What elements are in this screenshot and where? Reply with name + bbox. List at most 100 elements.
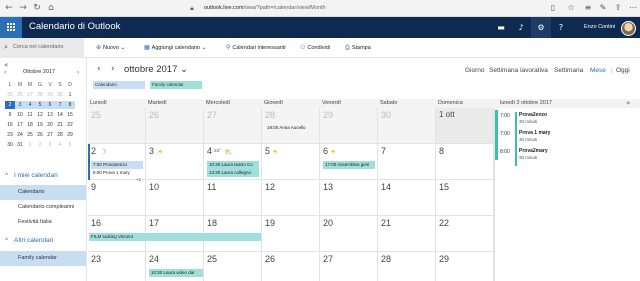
favorite-icon[interactable]: ☆ (566, 3, 576, 13)
more-events-link[interactable]: +1 (136, 177, 141, 182)
view-work-week[interactable]: Settimana lavorativa (489, 67, 548, 74)
event-prova2enzo[interactable]: 7:00 Prova2enzo (91, 161, 143, 169)
pen-icon[interactable]: ✎ (598, 3, 608, 13)
day-cell[interactable] (262, 144, 320, 180)
day-cell[interactable] (88, 180, 146, 216)
mini-day[interactable]: 19 (35, 121, 45, 129)
app-launcher-icon[interactable] (0, 17, 22, 38)
mini-day[interactable]: 31 (15, 141, 25, 149)
event-film[interactable]: FILM looking Vincent (89, 233, 261, 241)
expand-icon[interactable]: » (626, 99, 630, 107)
mini-day[interactable]: 20 (45, 121, 55, 129)
share-button[interactable]: ⚇ Condividi (300, 44, 330, 51)
back-icon[interactable]: ← (3, 2, 15, 14)
mini-day[interactable]: 29 (45, 91, 55, 99)
mini-day[interactable]: 14 (55, 111, 65, 119)
mini-day[interactable]: 3 (45, 141, 55, 149)
print-button[interactable]: ⎙ Stampa (345, 44, 371, 52)
other-calendars-heading[interactable]: Altri calendari (14, 237, 53, 244)
mini-day[interactable]: 18 (25, 121, 35, 129)
mini-day[interactable]: 16 (5, 121, 15, 129)
mini-day[interactable]: 26 (15, 91, 25, 99)
reading-icon[interactable]: ▯ (548, 3, 558, 13)
mini-day[interactable]: 25 (25, 131, 35, 139)
mini-day[interactable]: 15 (65, 111, 75, 119)
day-cell[interactable] (436, 144, 494, 180)
search-input[interactable]: ⌕ Cerca nel calendario (0, 38, 84, 58)
event-laura-video[interactable]: 10:30 Laura video dar (149, 269, 203, 277)
mini-day[interactable]: 28 (35, 91, 45, 99)
mini-day[interactable]: 3 (15, 101, 25, 109)
mini-day[interactable]: 17 (15, 121, 25, 129)
address-bar[interactable]: outlook.live.com/owa/?path=/calendar/vie… (200, 2, 466, 14)
mini-day[interactable]: 7 (55, 101, 65, 109)
mini-day[interactable]: 6 (45, 101, 55, 109)
event-laura-collegno[interactable]: 13:30 Laura collegno (207, 169, 259, 177)
forward-icon[interactable]: → (17, 2, 29, 14)
mini-day[interactable]: 13 (45, 111, 55, 119)
event-prova1mary[interactable]: 8:00 Prova 1 mary (91, 169, 143, 177)
share-icon[interactable]: ⇪ (613, 3, 623, 13)
mini-day[interactable]: 11 (25, 111, 35, 119)
nav-item-calendario[interactable]: Calendario (0, 185, 86, 200)
mini-day[interactable]: 8 (65, 101, 75, 109)
home-icon[interactable]: ⌂ (45, 2, 57, 14)
mini-day[interactable]: 23 (5, 131, 15, 139)
event-laura-teatro[interactable]: 10:30 Laura teatro Co (207, 161, 259, 169)
mini-calendar-title[interactable]: Ottobre 2017 (23, 69, 55, 75)
event-assemblea[interactable]: 17:00 Assemblea geni (323, 161, 375, 169)
today-button[interactable]: Oggi (616, 67, 630, 74)
collapse-other-calendars-icon[interactable]: ^ (5, 237, 8, 244)
mini-day[interactable]: 10 (15, 111, 25, 119)
my-calendars-heading[interactable]: I miei calendari (14, 172, 58, 179)
mini-day[interactable]: 21 (55, 121, 65, 129)
mini-day[interactable]: 9 (5, 111, 15, 119)
agenda-title[interactable]: Prova2mary (519, 148, 548, 154)
view-week[interactable]: Settimana (554, 67, 583, 74)
mini-day[interactable]: 25 (5, 91, 15, 99)
add-calendar-button[interactable]: ▦ Aggiungi calendario ⌄ (144, 44, 206, 51)
bell-icon[interactable]: ♪ (511, 17, 531, 38)
gear-icon[interactable]: ⚙ (531, 17, 551, 38)
day-cell[interactable] (378, 144, 436, 180)
mini-day[interactable]: 27 (25, 91, 35, 99)
chat-icon[interactable]: ▬ (491, 17, 511, 38)
family-calendar-chip[interactable]: Family calendar (150, 81, 202, 89)
mini-day[interactable]: 22 (65, 121, 75, 129)
new-button[interactable]: ⊕ Nuovo ⌄ (96, 44, 125, 51)
day-cell[interactable] (146, 144, 204, 180)
mini-day[interactable]: 5 (65, 141, 75, 149)
mini-day[interactable]: 26 (35, 131, 45, 139)
mini-day[interactable]: 28 (55, 131, 65, 139)
collapse-my-calendars-icon[interactable]: ^ (5, 172, 8, 179)
prev-month-icon[interactable]: ‹ (4, 69, 6, 76)
mini-day[interactable]: 4 (55, 141, 65, 149)
collapse-icon[interactable]: « (4, 61, 8, 69)
prev-icon[interactable]: ‹ (97, 64, 101, 74)
help-icon[interactable]: ? (551, 17, 571, 38)
mini-day[interactable]: 5 (35, 101, 45, 109)
mini-day[interactable]: 12 (35, 111, 45, 119)
view-day[interactable]: Giorno (465, 67, 485, 74)
mini-day[interactable]: 1 (25, 141, 35, 149)
mini-day[interactable]: 1 (65, 91, 75, 99)
next-month-icon[interactable]: › (77, 69, 79, 76)
agenda-title[interactable]: Prova2enzo (519, 112, 547, 118)
agenda-title[interactable]: Prova 1 mary (519, 130, 550, 136)
mini-day[interactable]: 30 (55, 91, 65, 99)
mini-day[interactable]: 24 (15, 131, 25, 139)
calendar-chip[interactable]: Calendario (93, 81, 145, 89)
next-icon[interactable]: › (111, 64, 115, 74)
refresh-icon[interactable]: ↻ (31, 2, 43, 14)
mini-day[interactable]: 27 (45, 131, 55, 139)
view-month[interactable]: Mese (590, 67, 606, 74)
mini-day[interactable]: 2 (35, 141, 45, 149)
favorites-list-icon[interactable]: ≡ (583, 3, 593, 13)
user-name[interactable]: Enzo Contini (584, 24, 615, 30)
nav-item-compleanni[interactable]: Calendario compleanni (0, 200, 86, 215)
month-title[interactable]: ottobre 2017 ⌄ (124, 64, 188, 75)
mini-day[interactable]: 4 (25, 101, 35, 109)
event-anna-aucello[interactable]: 19:00 Anna Aucello (265, 124, 317, 132)
nav-item-festivita[interactable]: Festività Italia (0, 215, 86, 230)
avatar[interactable] (621, 21, 636, 36)
